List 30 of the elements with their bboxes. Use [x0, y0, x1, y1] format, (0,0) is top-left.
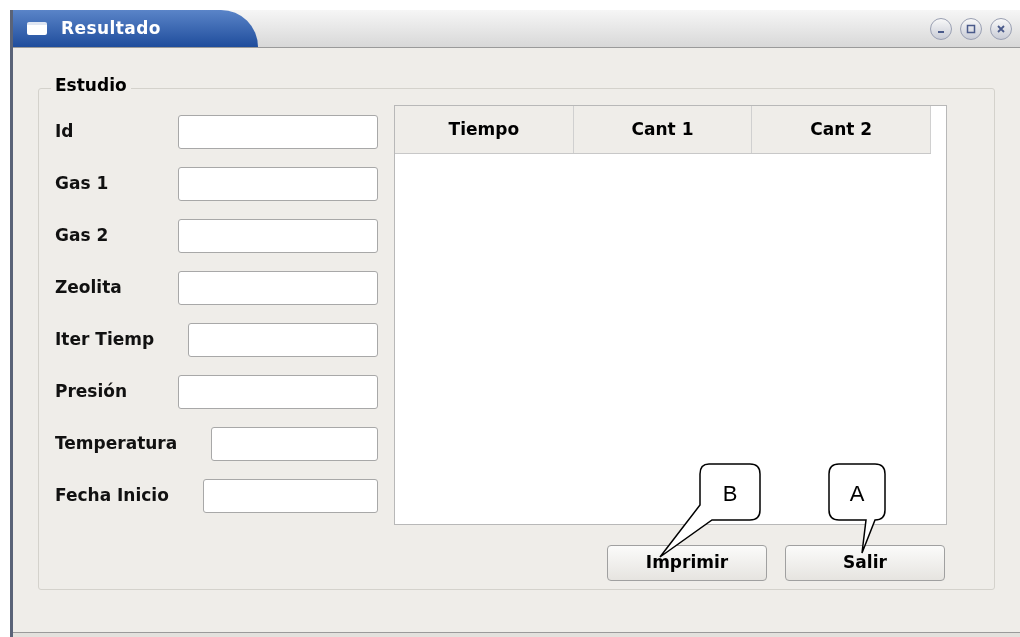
window-icon — [27, 22, 47, 35]
column-header[interactable]: Cant 2 — [752, 106, 931, 153]
maximize-icon — [966, 23, 976, 34]
field-label: Fecha Inicio — [55, 484, 169, 508]
input-field[interactable] — [178, 271, 378, 305]
input-field[interactable] — [178, 219, 378, 253]
column-header[interactable]: Tiempo — [395, 106, 574, 153]
window-title: Resultado — [61, 16, 161, 40]
action-button[interactable]: Salir — [785, 545, 945, 581]
callout: A — [828, 463, 886, 554]
field-label: Gas 1 — [55, 172, 109, 196]
column-header[interactable]: Cant 1 — [573, 106, 753, 153]
field-label: Iter Tiemp — [55, 328, 155, 352]
field-label: Presión — [55, 380, 128, 404]
minimize-button[interactable] — [930, 17, 952, 40]
maximize-button[interactable] — [960, 17, 982, 40]
input-field[interactable] — [188, 323, 378, 357]
field-label: Zeolita — [55, 276, 122, 300]
input-field[interactable] — [202, 479, 378, 513]
input-field[interactable] — [178, 375, 378, 409]
input-field[interactable] — [178, 167, 378, 201]
close-button[interactable] — [990, 17, 1012, 40]
action-button[interactable]: Imprimir — [607, 545, 767, 581]
close-icon — [996, 23, 1006, 34]
input-field[interactable] — [211, 427, 378, 461]
field-label: Id — [55, 120, 74, 144]
field-label: Gas 2 — [55, 224, 109, 248]
minimize-icon — [938, 30, 944, 33]
field-label: Temperatura — [55, 432, 178, 456]
input-field[interactable] — [178, 115, 378, 149]
